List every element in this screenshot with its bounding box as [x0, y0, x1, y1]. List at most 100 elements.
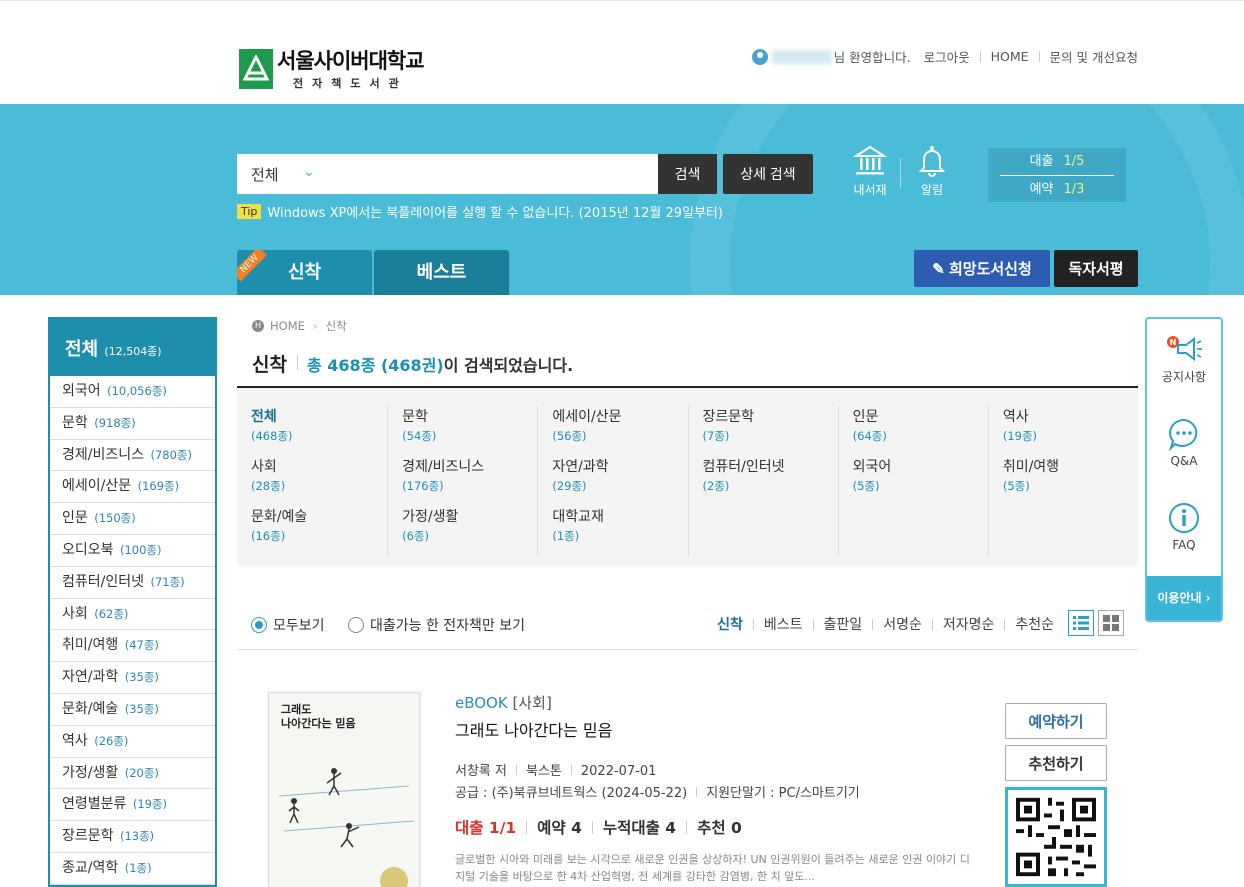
- sidebar-item-count: (20종): [124, 765, 159, 780]
- category-item[interactable]: 컴퓨터/인터넷 (2종): [687, 456, 838, 506]
- book-cover-image[interactable]: 그래도 나아간다는 믿음: [268, 692, 420, 887]
- search-scope-select[interactable]: 전체: [251, 164, 279, 185]
- sidebar-item[interactable]: 종교/역학 (1종): [50, 853, 215, 885]
- list-view-button[interactable]: [1068, 610, 1094, 636]
- university-logo-icon[interactable]: [239, 49, 273, 89]
- alarm-label: 알림: [920, 183, 944, 197]
- logo-title[interactable]: 서울사이버대학교: [277, 45, 425, 75]
- category-item[interactable]: 경제/비즈니스 (176종): [387, 456, 537, 506]
- search-box: 전체 ⌄: [237, 154, 658, 194]
- home-link[interactable]: HOME: [991, 49, 1029, 64]
- sort-option[interactable]: 추천순: [1015, 614, 1054, 634]
- sidebar-item[interactable]: 외국어 (10,056종): [50, 376, 215, 408]
- tab-best-label: 베스트: [416, 262, 467, 283]
- tab-best[interactable]: 베스트: [374, 250, 509, 295]
- category-item[interactable]: 인문 (64종): [837, 406, 988, 456]
- search-button[interactable]: 검색: [658, 154, 717, 194]
- category-item[interactable]: 사회 (28종): [237, 456, 387, 506]
- sidebar-item[interactable]: 인문 (150종): [50, 503, 215, 535]
- category-item[interactable]: 대학교재 (1종): [537, 506, 687, 556]
- sidebar-item[interactable]: 장르문학 (13종): [50, 821, 215, 853]
- inquiry-link[interactable]: 문의 및 개선요청: [1050, 47, 1138, 66]
- faq-link[interactable]: FAQ: [1147, 501, 1221, 552]
- wish-book-request-button[interactable]: ✎ 희망도서신청: [914, 250, 1050, 287]
- category-item[interactable]: 전체 (468종): [237, 406, 387, 456]
- reserve-button[interactable]: 예약하기: [1005, 703, 1107, 739]
- sidebar-item-count: (150종): [94, 511, 136, 526]
- category-item[interactable]: 에세이/산문 (56종): [537, 406, 687, 456]
- sidebar-item-count: (35종): [124, 670, 159, 685]
- qna-link[interactable]: Q&A: [1147, 417, 1221, 468]
- home-icon[interactable]: H: [252, 320, 264, 332]
- category-count: (29종): [552, 479, 587, 493]
- sidebar-item[interactable]: 컴퓨터/인터넷 (71종): [50, 567, 215, 599]
- category-item[interactable]: 문학 (54종): [387, 406, 537, 456]
- category-count: (2종): [702, 479, 730, 493]
- category-item[interactable]: 장르문학 (7종): [687, 406, 838, 456]
- book-supplier: 공급 : (주)북큐브네트웍스 (2024-05-22): [455, 786, 688, 801]
- info-icon: [1169, 503, 1199, 533]
- book-recommend-count: 추천 0: [697, 819, 742, 837]
- book-category: [사회]: [512, 694, 552, 712]
- sort-option[interactable]: 베스트: [764, 614, 803, 634]
- sidebar-title: 전체: [65, 339, 99, 360]
- book-publisher[interactable]: 북스톤: [526, 764, 562, 779]
- advanced-search-button[interactable]: 상세 검색: [723, 154, 813, 194]
- category-name: 전체: [251, 409, 277, 425]
- book-title[interactable]: 그래도 나아간다는 믿음: [455, 717, 612, 741]
- sidebar-item[interactable]: 문학 (918종): [50, 408, 215, 440]
- category-empty-cell: [837, 506, 988, 556]
- search-input[interactable]: [337, 159, 647, 189]
- sidebar-item[interactable]: 사회 (62종): [50, 599, 215, 631]
- sidebar-item[interactable]: 에세이/산문 (169종): [50, 471, 215, 504]
- category-item[interactable]: 문화/예술 (16종): [237, 506, 387, 556]
- sidebar-item[interactable]: 취미/여행 (47종): [50, 630, 215, 663]
- breadcrumb-current: 신착: [325, 319, 347, 333]
- category-item[interactable]: 역사 (19종): [987, 406, 1138, 456]
- result-count-highlight: 총 468종 (468권): [307, 356, 444, 375]
- loan-status-box[interactable]: 대출 1/5 예약 1/3: [988, 148, 1126, 202]
- notice-label: 공지사항: [1161, 370, 1207, 384]
- reader-review-button[interactable]: 독자서평: [1054, 250, 1138, 287]
- grid-view-button[interactable]: [1098, 610, 1124, 636]
- divider: [1004, 618, 1006, 630]
- chevron-down-icon[interactable]: ⌄: [303, 164, 315, 180]
- category-item[interactable]: 가정/생활 (6종): [387, 506, 537, 556]
- breadcrumb-home[interactable]: HOME: [270, 319, 305, 333]
- sidebar-item-label: 외국어: [62, 383, 101, 399]
- sort-option[interactable]: 신착: [717, 614, 743, 634]
- sidebar-item-count: (169종): [137, 479, 180, 494]
- filter-available-radio[interactable]: 대출가능 한 전자책만 보기: [348, 615, 525, 635]
- sort-option[interactable]: 저자명순: [943, 614, 995, 634]
- notice-link[interactable]: N 공지사항: [1147, 333, 1221, 385]
- category-item[interactable]: 외국어 (5종): [837, 456, 988, 506]
- book-author[interactable]: 서창록 저: [455, 764, 507, 779]
- result-count: 총 468종 (468권)이 검색되었습니다.: [307, 352, 573, 376]
- filter-all-radio[interactable]: 모두보기: [251, 615, 325, 635]
- sidebar-item[interactable]: 역사 (26종): [50, 726, 215, 758]
- sidebar-item[interactable]: 자연/과학 (35종): [50, 662, 215, 694]
- sort-option[interactable]: 서명순: [883, 614, 922, 634]
- recommend-button[interactable]: 추천하기: [1005, 745, 1107, 781]
- divider: [752, 618, 754, 630]
- sidebar-item[interactable]: 연령별분류 (19종): [50, 789, 215, 822]
- category-item[interactable]: 취미/여행 (5종): [987, 456, 1138, 506]
- book-device: 지원단말기 : PC/스마트기기: [706, 786, 860, 801]
- tab-new-arrivals[interactable]: NEW 신착: [237, 250, 372, 295]
- divider: [872, 618, 874, 630]
- logout-link[interactable]: 로그아웃: [924, 47, 970, 66]
- category-count: (7종): [702, 429, 730, 443]
- sort-option[interactable]: 출판일: [824, 614, 863, 634]
- sidebar-item[interactable]: 문화/예술 (35종): [50, 694, 215, 726]
- alarm-link[interactable]: 알림: [914, 144, 950, 198]
- sidebar-item[interactable]: 가정/생활 (20종): [50, 758, 215, 790]
- sidebar-item[interactable]: 경제/비즈니스 (780종): [50, 440, 215, 472]
- category-item[interactable]: 자연/과학 (29종): [537, 456, 687, 506]
- my-library-link[interactable]: 내서재: [850, 144, 890, 198]
- welcome-text: 님 환영합니다.: [833, 50, 911, 65]
- sidebar-item[interactable]: 오디오북 (100종): [50, 535, 215, 567]
- usage-guide-button[interactable]: 이용안내 ›: [1147, 576, 1221, 620]
- sidebar-header-all[interactable]: 전체 (12,504종): [50, 319, 215, 376]
- top-header: 서울사이버대학교 전자책도서관 님 환영합니다. 로그아웃 HOME 문의 및 …: [0, 0, 1244, 104]
- radio-unselected-icon: [348, 617, 364, 633]
